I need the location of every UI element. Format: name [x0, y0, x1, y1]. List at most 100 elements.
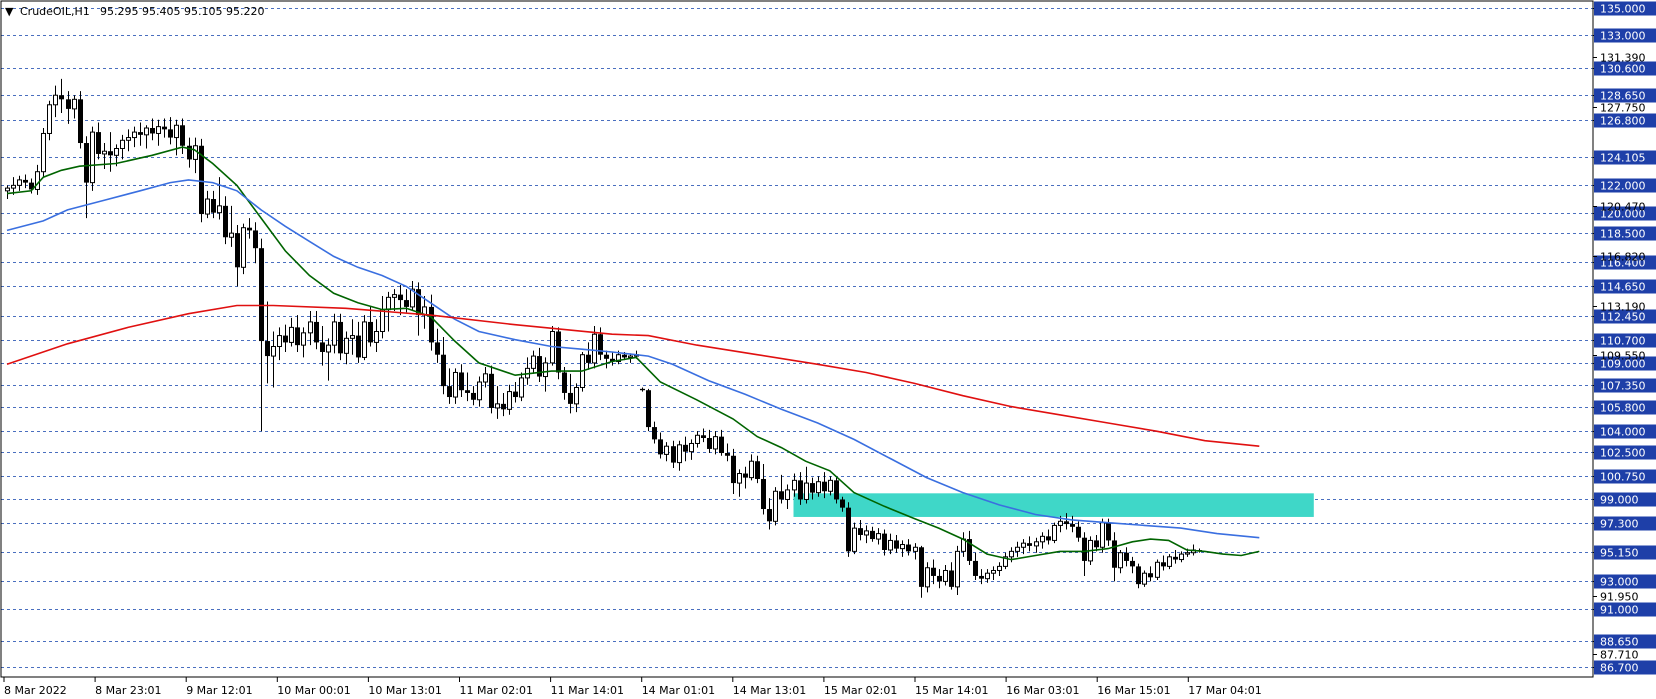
candle-body-down	[640, 388, 645, 391]
candle-body-up	[277, 335, 282, 348]
candle-body-up	[205, 198, 210, 215]
candle-body-down	[1124, 552, 1129, 561]
candle-body-down	[1106, 522, 1111, 541]
candle-body-down	[1161, 562, 1166, 567]
candle-body-down	[168, 129, 173, 138]
candle-body-up	[174, 124, 179, 139]
candle-body-up	[1100, 522, 1105, 548]
candle-body-up	[628, 355, 633, 358]
candle-body-up	[271, 346, 276, 357]
time-tick-label: 11 Mar 14:01	[551, 684, 624, 697]
candle-body-down	[459, 372, 464, 391]
candle-body-down	[707, 438, 712, 449]
candle-body-up	[1052, 524, 1057, 541]
candle-body-up	[72, 98, 77, 110]
candle-body-up	[997, 565, 1002, 571]
candle-body-up	[1009, 550, 1014, 558]
price-level-label: 102.500	[1600, 447, 1646, 460]
price-level-label: 86.700	[1600, 662, 1639, 675]
candle-body-down	[671, 446, 676, 463]
candle-body-down	[779, 491, 784, 500]
candle-body-down	[447, 386, 452, 398]
candle-body-up	[1179, 553, 1184, 561]
candle-body-up	[1015, 546, 1020, 552]
candle-body-up	[1040, 535, 1045, 543]
candle-body-up	[804, 482, 809, 500]
candle-body-down	[398, 294, 403, 301]
candle-body-up	[11, 184, 16, 189]
candle-body-down	[1046, 536, 1051, 541]
candle-body-down	[441, 354, 446, 387]
time-tick-label: 16 Mar 15:01	[1097, 684, 1170, 697]
candle-body-down	[1064, 521, 1069, 525]
candle	[1167, 554, 1172, 570]
candle-body-up	[592, 333, 597, 364]
candle-body-up	[792, 479, 797, 491]
candle-body-down	[253, 230, 258, 249]
price-level-label: 122.000	[1600, 180, 1646, 193]
candle-body-up	[664, 445, 669, 455]
candle-body-up	[1118, 552, 1123, 569]
candle-body-down	[719, 436, 724, 454]
candle-body-up	[241, 227, 246, 268]
candle-body-up	[876, 533, 881, 540]
price-level-label: 105.800	[1600, 402, 1646, 415]
candle-body-down	[586, 354, 591, 363]
candle-body-down	[622, 354, 627, 358]
ohlc-readout: 95.295 95.405 95.105 95.220	[100, 5, 264, 18]
candle-body-down	[368, 321, 373, 343]
candle	[90, 126, 95, 191]
time-tick-label: 14 Mar 01:01	[642, 684, 715, 697]
candle-body-up	[495, 403, 500, 409]
candle-body-up	[90, 131, 95, 184]
candle	[1100, 518, 1105, 553]
price-level-label: 118.500	[1600, 228, 1646, 241]
candle-body-down	[96, 132, 101, 154]
candle-body-down	[537, 356, 542, 377]
price-level-label: 104.000	[1600, 426, 1646, 439]
candle-body-up	[689, 442, 694, 453]
candle-body-up	[852, 527, 857, 552]
candle-body-down	[295, 327, 300, 346]
candle-body-up	[1167, 556, 1172, 567]
candle	[41, 128, 46, 178]
candle-body-down	[646, 390, 651, 428]
candle-body-down	[604, 354, 609, 359]
price-tick-label: 91.950	[1600, 591, 1639, 604]
candle-body-down	[23, 179, 28, 183]
candle-body-down	[435, 342, 440, 355]
candle-body-up	[1034, 541, 1039, 547]
price-level-label: 110.700	[1600, 335, 1646, 348]
candle-body-down	[59, 95, 64, 100]
candle-body-down	[162, 126, 167, 130]
candle-body-down	[683, 444, 688, 452]
candle	[1155, 559, 1160, 581]
candle-body-down	[356, 335, 361, 358]
candle-body-down	[652, 427, 657, 440]
candle-body-down	[979, 575, 984, 579]
menu-arrow-icon[interactable]: ▼	[5, 5, 14, 18]
candle-body-down	[931, 567, 936, 576]
candle-body-up	[102, 150, 107, 155]
candle-body-up	[888, 539, 893, 551]
candle-body-up	[985, 572, 990, 580]
time-tick-label: 15 Mar 02:01	[824, 684, 897, 697]
candle-body-up	[350, 335, 355, 339]
price-chart[interactable]: 135.000133.000130.600128.650126.800124.1…	[0, 0, 1656, 699]
candle-body-down	[937, 575, 942, 582]
candle-body-up	[900, 544, 905, 550]
candle-body-down	[562, 372, 567, 393]
candle-body-up	[1142, 572, 1147, 585]
price-level-label: 133.000	[1600, 30, 1646, 43]
candle-body-down	[870, 530, 875, 540]
candle-body-down	[66, 99, 71, 109]
candle	[646, 388, 651, 432]
candle	[78, 91, 83, 149]
candle-body-down	[84, 143, 89, 183]
candle-body-up	[374, 330, 379, 343]
candle-body-up	[217, 205, 222, 214]
time-tick-label: 10 Mar 00:01	[277, 684, 350, 697]
candle-body-down	[259, 248, 264, 342]
candle-body-up	[229, 232, 234, 238]
candle-body-down	[949, 570, 954, 587]
